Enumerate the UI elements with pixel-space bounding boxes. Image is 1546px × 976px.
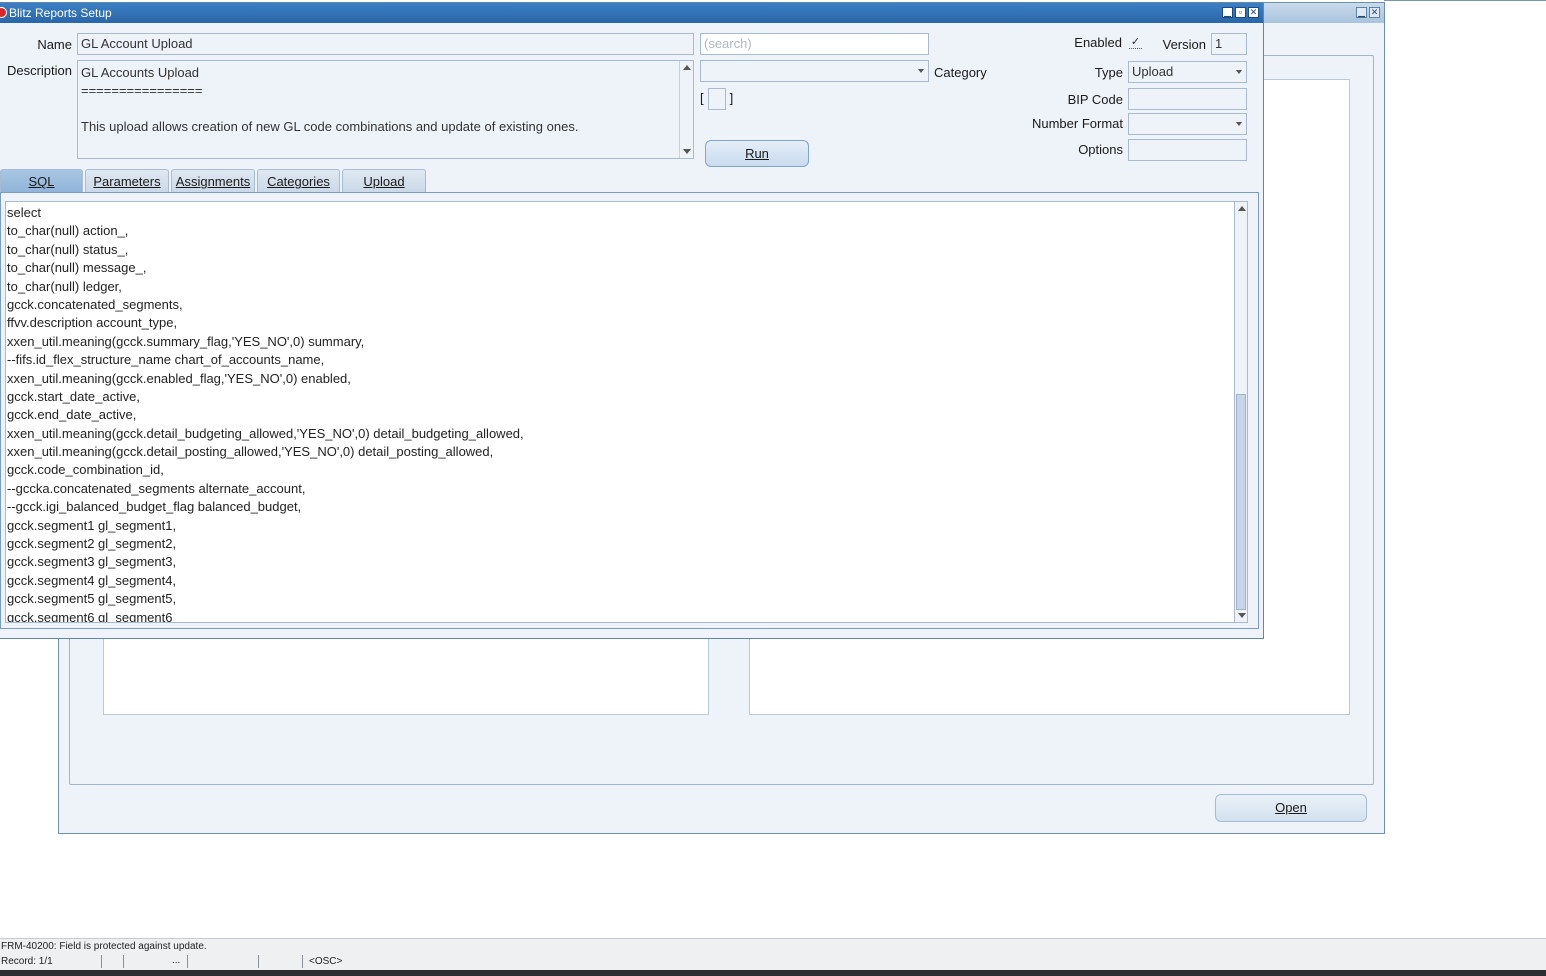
number-format-label: Number Format: [1031, 116, 1123, 131]
sql-line: xxen_util.meaning(gcck.detail_budgeting_…: [7, 425, 524, 441]
sql-line: gcck.segment6 gl_segment6: [7, 609, 173, 623]
window-titlebar[interactable]: Blitz Reports Setup ▁ ▫ ✕: [0, 3, 1263, 23]
status-separator: [302, 955, 303, 968]
desktop-edge-line: [1384, 0, 1546, 1]
sql-panel: select to_char(null) action_, to_char(nu…: [0, 192, 1259, 629]
sql-line: xxen_util.meaning(gcck.detail_posting_al…: [7, 444, 494, 460]
description-line: This upload allows creation of new GL co…: [81, 119, 579, 134]
category-dropdown[interactable]: [700, 60, 929, 82]
sql-editor[interactable]: select to_char(null) action_, to_char(nu…: [5, 201, 1235, 623]
status-record: Record: 1/1: [1, 956, 53, 967]
name-label: Name: [37, 37, 72, 52]
sql-line: gcck.end_date_active,: [7, 407, 137, 423]
open-button[interactable]: Open: [1215, 794, 1367, 822]
status-record-row: Record: 1/1 ... <OSC>: [0, 955, 1546, 969]
sql-line: gcck.code_combination_id,: [7, 462, 164, 478]
sql-line: xxen_util.meaning(gcck.enabled_flag,'YES…: [7, 370, 351, 386]
blitz-reports-setup-window: Blitz Reports Setup ▁ ▫ ✕ Name GL Accoun…: [0, 2, 1264, 639]
tab-upload[interactable]: Upload: [342, 169, 426, 193]
sql-line: xxen_util.meaning(gcck.summary_flag,'YES…: [7, 333, 365, 349]
run-button[interactable]: Run: [705, 140, 809, 167]
sql-line: gcck.segment3 gl_segment3,: [7, 554, 177, 570]
status-message: FRM-40200: Field is protected against up…: [1, 941, 207, 952]
scrollbar-thumb[interactable]: [1236, 394, 1246, 610]
description-label: Description: [6, 63, 72, 78]
window-title: Blitz Reports Setup: [9, 6, 112, 20]
description-field[interactable]: GL Accounts Upload ================ This…: [77, 60, 694, 159]
description-line: ================: [81, 83, 203, 98]
maximize-icon[interactable]: ▫: [1235, 7, 1246, 18]
chevron-down-icon: [1236, 70, 1242, 74]
search-input[interactable]: (search): [700, 33, 929, 55]
tab-categories[interactable]: Categories: [257, 169, 340, 193]
sql-line: to_char(null) message_,: [7, 260, 147, 276]
description-line: [81, 100, 693, 118]
type-dropdown[interactable]: Upload: [1128, 61, 1247, 83]
status-separator: [123, 955, 124, 968]
bracket-close: ]: [729, 90, 734, 106]
bip-code-field[interactable]: [1128, 88, 1247, 110]
sql-line: to_char(null) action_,: [7, 223, 129, 239]
bracket-open: [: [700, 90, 704, 106]
open-button-label: Open: [1275, 800, 1307, 815]
bracket-field: []: [700, 88, 733, 110]
type-label: Type: [1094, 65, 1123, 80]
bracket-input[interactable]: [707, 88, 726, 110]
sql-line: to_char(null) status_,: [7, 241, 129, 257]
sql-line: --gccka.concatenated_segments alternate_…: [7, 480, 306, 496]
type-value: Upload: [1132, 64, 1174, 79]
name-field[interactable]: GL Account Upload: [77, 33, 694, 55]
taskbar-strip: [0, 970, 1546, 976]
status-separator: [101, 955, 102, 968]
tab-upload-label: Upload: [363, 174, 405, 189]
sql-scrollbar[interactable]: [1234, 201, 1248, 623]
status-separator: [258, 955, 259, 968]
sql-line: to_char(null) ledger,: [7, 278, 122, 294]
close-icon[interactable]: ✕: [1248, 7, 1259, 18]
tab-assignments[interactable]: Assignments: [171, 169, 255, 193]
tab-sql-label: SQL: [28, 174, 55, 189]
sql-line: gcck.segment4 gl_segment4,: [7, 572, 177, 588]
sql-line: gcck.concatenated_segments,: [7, 296, 183, 312]
scroll-down-icon[interactable]: [1238, 613, 1246, 618]
status-bar: FRM-40200: Field is protected against up…: [0, 938, 1546, 970]
version-field[interactable]: 1: [1211, 33, 1247, 55]
description-scrollbar[interactable]: [679, 61, 693, 158]
sql-line: --fifs.id_flex_structure_name chart_of_a…: [7, 352, 325, 368]
bg-close-icon[interactable]: ✕: [1369, 7, 1380, 18]
number-format-dropdown[interactable]: [1128, 113, 1247, 135]
bg-minimize-icon[interactable]: ▁: [1356, 7, 1367, 18]
status-dots: ...: [172, 955, 181, 966]
tab-parameters-label: Parameters: [93, 174, 161, 189]
status-separator: [187, 955, 188, 968]
description-line: GL Accounts Upload: [81, 65, 200, 80]
scroll-up-icon[interactable]: [1238, 206, 1246, 211]
sql-line: gcck.segment5 gl_segment5,: [7, 591, 177, 607]
status-osc: <OSC>: [309, 956, 343, 967]
minimize-icon[interactable]: ▁: [1222, 7, 1233, 18]
scroll-down-icon[interactable]: [683, 149, 691, 154]
run-button-label: Run: [745, 146, 769, 161]
chevron-down-icon: [1236, 122, 1242, 126]
version-label: Version: [1162, 37, 1206, 52]
sql-line: gcck.start_date_active,: [7, 388, 140, 404]
category-label: Category: [934, 65, 987, 80]
enabled-checkbox[interactable]: ✓: [1129, 36, 1142, 49]
options-label: Options: [1078, 142, 1123, 157]
bip-code-label: BIP Code: [1067, 92, 1123, 107]
sql-line: --gcck.igi_balanced_budget_flag balanced…: [7, 499, 302, 515]
chevron-down-icon: [918, 69, 924, 73]
options-field[interactable]: [1128, 139, 1247, 161]
tab-parameters[interactable]: Parameters: [85, 169, 169, 193]
sql-line: ffvv.description account_type,: [7, 315, 178, 331]
app-logo-icon: [0, 7, 7, 18]
enabled-label: Enabled: [1074, 35, 1122, 50]
sql-line: select: [7, 205, 41, 220]
tab-assignments-label: Assignments: [175, 174, 251, 189]
sql-line: gcck.segment2 gl_segment2,: [7, 536, 177, 552]
sql-line: gcck.segment1 gl_segment1,: [7, 517, 177, 533]
tab-sql[interactable]: SQL: [0, 169, 83, 193]
scroll-up-icon[interactable]: [683, 65, 691, 70]
tab-categories-label: Categories: [267, 174, 330, 189]
